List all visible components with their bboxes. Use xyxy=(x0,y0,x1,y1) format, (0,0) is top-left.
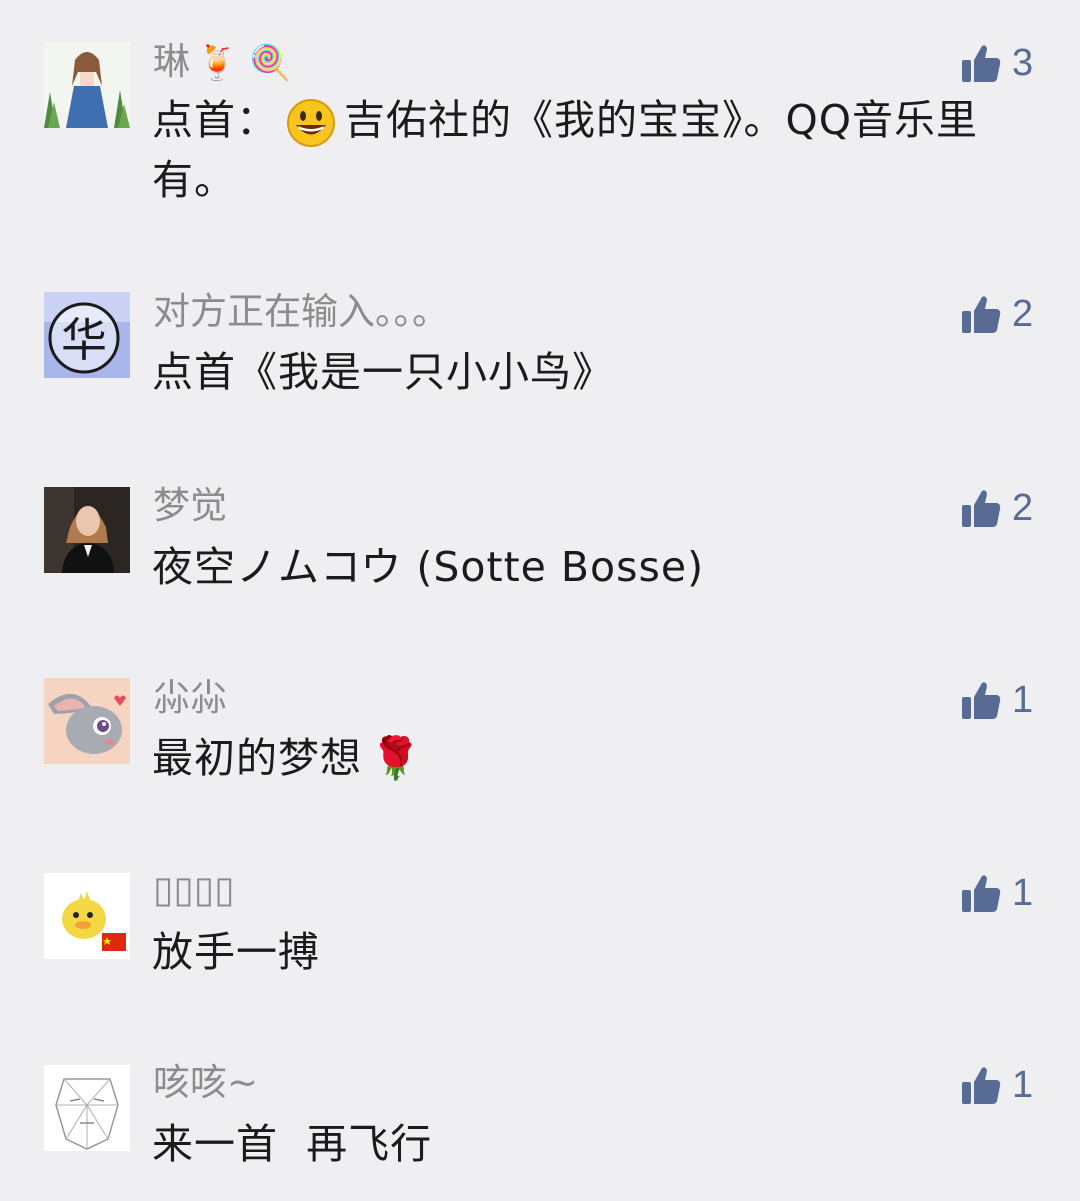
like-count: 1 xyxy=(1012,679,1034,721)
like-count: 2 xyxy=(1012,293,1034,335)
girl-in-blue-dress-icon xyxy=(44,42,130,128)
comment-text: 夜空ノムコウ (Sotte Bosse) xyxy=(152,543,705,591)
rose-emoji: 🌹 xyxy=(370,734,423,782)
cocktail-lollipop-emoji: 🍹 🍭 xyxy=(196,43,292,83)
like-button[interactable]: 3 xyxy=(960,40,1050,86)
nickname[interactable]: 尛尛 xyxy=(153,676,227,720)
nickname[interactable]: 咳咳~ xyxy=(153,1061,258,1105)
like-button[interactable]: 2 xyxy=(960,291,1050,337)
woman-portrait-icon xyxy=(44,487,130,573)
nickname[interactable]: 琳 🍹 🍭 xyxy=(153,40,291,85)
comment-text: 来一首 再飞行 xyxy=(152,1120,433,1168)
face-sketch-avatar[interactable] xyxy=(44,1065,130,1151)
like-button[interactable]: 1 xyxy=(960,1062,1050,1108)
thumbs-up-icon xyxy=(962,1067,1001,1104)
comment-text: 点首《我是一只小小鸟》 xyxy=(152,348,614,396)
girl-avatar[interactable] xyxy=(44,42,130,128)
like-count: 1 xyxy=(1012,872,1034,914)
duck-avatar[interactable] xyxy=(44,873,130,959)
nickname[interactable]: ▯▯▯▯ xyxy=(153,868,234,912)
thumbs-up-icon xyxy=(962,875,1001,912)
like-count: 1 xyxy=(1012,1064,1034,1106)
comment-text: 最初的梦想 🌹 xyxy=(152,734,423,782)
nickname[interactable]: 梦觉 xyxy=(153,484,227,528)
nickname[interactable]: 对方正在输入。。。 xyxy=(153,290,449,334)
yellow-duck-flag-icon xyxy=(44,873,130,959)
hua-avatar[interactable]: 华 xyxy=(44,292,130,378)
comment-text: 点首： 吉佑社的《我的宝宝》。QQ音乐里有。 xyxy=(152,96,979,204)
svg-text:华: 华 xyxy=(61,313,107,367)
like-button[interactable]: 2 xyxy=(960,485,1050,531)
thumbs-up-icon xyxy=(962,45,1001,82)
face-line-drawing-icon xyxy=(44,1065,130,1151)
like-count: 3 xyxy=(1012,42,1034,84)
like-count: 2 xyxy=(1012,487,1034,529)
like-button[interactable]: 1 xyxy=(960,870,1050,916)
like-button[interactable]: 1 xyxy=(960,677,1050,723)
thumbs-up-icon xyxy=(962,682,1001,719)
bunny-cartoon-icon xyxy=(44,678,130,764)
comment-text: 放手一搏 xyxy=(152,928,320,976)
thumbs-up-icon xyxy=(962,296,1001,333)
bunny-avatar[interactable] xyxy=(44,678,130,764)
thumbs-up-icon xyxy=(962,490,1001,527)
hua-character-seal-icon: 华 xyxy=(44,292,130,378)
woman-avatar[interactable] xyxy=(44,487,130,573)
grinning-face-emoji-icon xyxy=(287,99,335,147)
